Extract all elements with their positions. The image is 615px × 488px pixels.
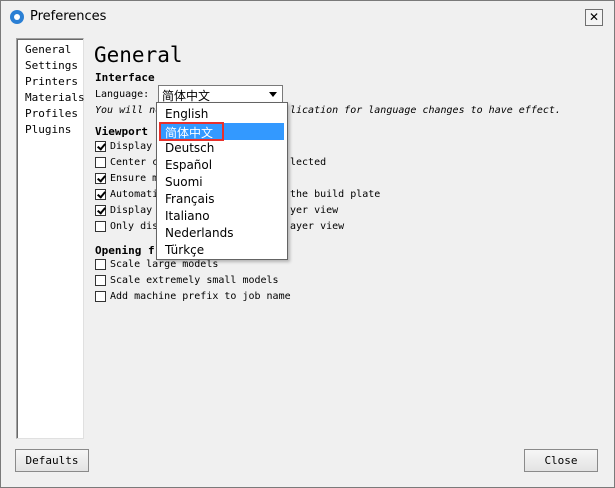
option-label: Automati <box>110 188 159 200</box>
defaults-button[interactable]: Defaults <box>15 449 89 472</box>
preferences-window: Preferences ✕ General Settings Printers … <box>0 0 615 488</box>
nav-item-general[interactable]: General <box>25 42 83 58</box>
restart-note-end: lication for language changes to have ef… <box>290 105 561 116</box>
checkbox[interactable] <box>95 258 106 270</box>
language-label: Language: <box>95 89 150 100</box>
restart-note-start: You will ne <box>95 105 162 116</box>
nav-item-profiles[interactable]: Profiles <box>25 106 83 122</box>
page-title: General <box>94 43 183 67</box>
checkbox[interactable] <box>95 140 106 152</box>
language-option[interactable]: Français <box>165 192 214 206</box>
language-option[interactable]: Nederlands <box>165 226 233 240</box>
option-label: Add machine prefix to job name <box>110 290 291 302</box>
option-label: Center c <box>110 156 159 168</box>
option-label-tail: ayer view <box>290 221 345 232</box>
viewport-heading: Viewport <box>95 125 148 138</box>
checkbox[interactable] <box>95 290 106 302</box>
close-button[interactable]: Close <box>524 449 598 472</box>
viewport-option-2[interactable]: Center c <box>95 154 158 170</box>
option-label: Scale extremely small models <box>110 274 279 286</box>
option-label: Display <box>110 140 153 152</box>
viewport-option-4[interactable]: Automati <box>95 186 158 202</box>
language-option[interactable]: Español <box>165 158 212 172</box>
interface-heading: Interface <box>95 71 155 84</box>
nav-item-plugins[interactable]: Plugins <box>25 122 83 138</box>
checkbox[interactable] <box>95 204 106 216</box>
option-label: Ensure m <box>110 172 159 184</box>
language-dropdown-list: English 简体中文 Deutsch Español Suomi Franç… <box>156 102 288 260</box>
preferences-nav: General Settings Printers Materials Prof… <box>16 38 85 439</box>
nav-item-printers[interactable]: Printers <box>25 74 83 90</box>
option-label: Scale large models <box>110 258 219 270</box>
language-option[interactable]: English <box>165 107 208 121</box>
checkbox[interactable] <box>95 220 106 232</box>
chevron-down-icon <box>269 92 277 97</box>
viewport-option-1[interactable]: Display <box>95 138 152 154</box>
option-label: Display <box>110 204 153 216</box>
option-label: Only dis <box>110 220 159 232</box>
annotation-highlight-box <box>159 122 224 141</box>
checkbox[interactable] <box>95 156 106 168</box>
opening-option-3[interactable]: Add machine prefix to job name <box>95 288 291 304</box>
option-label-tail: yer view <box>290 205 339 216</box>
viewport-option-5[interactable]: Display <box>95 202 152 218</box>
app-logo-icon <box>10 10 24 24</box>
language-option[interactable]: Türkçe <box>165 243 204 257</box>
viewport-option-3[interactable]: Ensure m <box>95 170 158 186</box>
window-title: Preferences <box>30 9 107 24</box>
checkbox[interactable] <box>95 188 106 200</box>
language-option[interactable]: Italiano <box>165 209 210 223</box>
option-label-tail: lected <box>290 157 327 168</box>
viewport-option-6[interactable]: Only dis <box>95 218 158 234</box>
language-option[interactable]: Suomi <box>165 175 203 189</box>
nav-item-materials[interactable]: Materials <box>25 90 85 106</box>
opening-option-2[interactable]: Scale extremely small models <box>95 272 279 288</box>
language-select[interactable]: 简体中文 <box>158 85 283 103</box>
language-option[interactable]: Deutsch <box>165 141 214 155</box>
checkbox[interactable] <box>95 274 106 286</box>
title-bar[interactable]: Preferences ✕ <box>1 1 614 33</box>
close-window-button[interactable]: ✕ <box>585 9 603 26</box>
nav-item-settings[interactable]: Settings <box>25 58 83 74</box>
checkbox[interactable] <box>95 172 106 184</box>
option-label-tail: the build plate <box>290 189 381 200</box>
